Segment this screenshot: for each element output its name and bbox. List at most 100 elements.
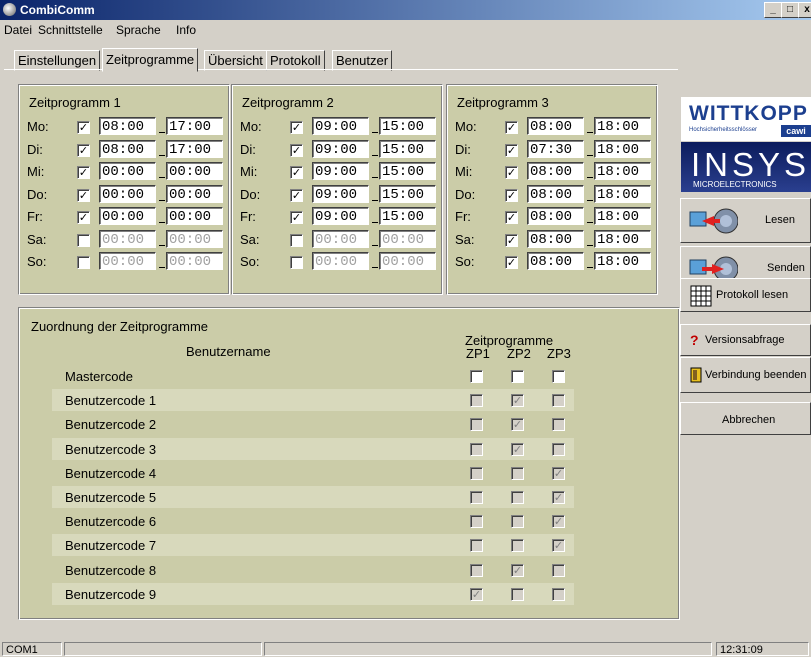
start-time-field[interactable]: 08:00 [527,184,584,203]
tab-zeitprogramme[interactable]: Zeitprogramme [102,48,199,72]
day-enable-checkbox[interactable]: ✓ [290,166,303,179]
zp2-checkbox[interactable] [511,491,524,504]
zp3-checkbox[interactable] [552,394,565,408]
zp1-checkbox[interactable] [470,515,483,529]
day-enable-checkbox[interactable]: ✓ [505,166,518,179]
zp3-checkbox[interactable]: ✓ [552,515,565,529]
zp2-checkbox[interactable] [511,370,524,383]
verbindung-beenden-button[interactable]: Verbindung beenden [680,357,811,393]
zp3-checkbox[interactable] [552,418,565,432]
day-enable-checkbox[interactable]: ✓ [290,211,303,224]
day-enable-checkbox[interactable]: ✓ [505,233,518,247]
tab-uebersicht[interactable]: Übersicht [204,50,267,71]
start-time-field[interactable]: 00:00 [99,252,156,270]
minimize-button[interactable]: _ [764,2,782,18]
end-time-field[interactable]: 00:00 [166,162,223,180]
day-enable-checkbox[interactable]: ✓ [290,143,303,157]
zp2-checkbox[interactable]: ✓ [511,442,524,456]
start-time-field[interactable]: 00:00 [99,229,156,248]
lesen-button[interactable]: Lesen [680,198,811,243]
zp2-checkbox[interactable] [511,587,524,601]
start-time-field[interactable]: 09:00 [312,184,369,203]
zp1-checkbox[interactable] [470,370,483,383]
protokoll-lesen-button[interactable]: Protokoll lesen [680,278,811,312]
end-time-field[interactable]: 18:00 [594,207,651,225]
day-enable-checkbox[interactable]: ✓ [77,211,90,224]
zp3-checkbox[interactable]: ✓ [552,491,565,504]
start-time-field[interactable]: 08:00 [527,252,584,270]
day-enable-checkbox[interactable]: ✓ [505,256,518,269]
end-time-field[interactable]: 00:00 [166,207,223,225]
zp1-checkbox[interactable] [470,418,483,432]
menu-sprache[interactable]: Sprache [116,23,161,37]
abbrechen-button[interactable]: Abbrechen [680,402,811,435]
end-time-field[interactable]: 18:00 [594,162,651,180]
day-enable-checkbox[interactable] [77,256,90,269]
day-enable-checkbox[interactable]: ✓ [505,121,518,134]
day-enable-checkbox[interactable] [290,256,303,269]
close-button[interactable]: x [798,2,811,18]
zp1-checkbox[interactable] [470,539,483,553]
start-time-field[interactable]: 00:00 [99,184,156,203]
start-time-field[interactable]: 00:00 [99,207,156,225]
end-time-field[interactable]: 15:00 [379,184,436,203]
day-enable-checkbox[interactable]: ✓ [77,166,90,179]
day-enable-checkbox[interactable]: ✓ [77,188,90,202]
end-time-field[interactable]: 18:00 [594,117,651,135]
menu-datei[interactable]: Datei [4,23,32,37]
end-time-field[interactable]: 17:00 [166,139,223,158]
start-time-field[interactable]: 09:00 [312,207,369,225]
start-time-field[interactable]: 08:00 [99,117,156,135]
end-time-field[interactable]: 18:00 [594,184,651,203]
maximize-button[interactable]: □ [781,2,799,18]
end-time-field[interactable]: 18:00 [594,139,651,158]
end-time-field[interactable]: 15:00 [379,139,436,158]
day-enable-checkbox[interactable] [77,233,90,247]
day-enable-checkbox[interactable]: ✓ [290,188,303,202]
zp2-checkbox[interactable]: ✓ [511,418,524,432]
end-time-field[interactable]: 00:00 [379,252,436,270]
start-time-field[interactable]: 09:00 [312,162,369,180]
start-time-field[interactable]: 07:30 [527,139,584,158]
zp3-checkbox[interactable] [552,563,565,577]
zp2-checkbox[interactable] [511,466,524,480]
zp1-checkbox[interactable]: ✓ [470,587,483,601]
end-time-field[interactable]: 18:00 [594,252,651,270]
zp3-checkbox[interactable] [552,370,565,383]
day-enable-checkbox[interactable] [290,233,303,247]
end-time-field[interactable]: 15:00 [379,117,436,135]
day-enable-checkbox[interactable]: ✓ [77,121,90,134]
zp3-checkbox[interactable]: ✓ [552,466,565,480]
zp1-checkbox[interactable] [470,563,483,577]
versionsabfrage-button[interactable]: ? Versionsabfrage [680,324,811,356]
zp1-checkbox[interactable] [470,466,483,480]
day-enable-checkbox[interactable]: ✓ [505,211,518,224]
zp3-checkbox[interactable] [552,587,565,601]
end-time-field[interactable]: 17:00 [166,117,223,135]
end-time-field[interactable]: 00:00 [166,229,223,248]
start-time-field[interactable]: 08:00 [527,229,584,248]
start-time-field[interactable]: 08:00 [99,139,156,158]
tab-benutzer[interactable]: Benutzer [332,50,393,71]
tab-protokoll[interactable]: Protokoll [266,50,325,71]
zp2-checkbox[interactable]: ✓ [511,563,524,577]
zp1-checkbox[interactable] [470,491,483,504]
zp1-checkbox[interactable] [470,442,483,456]
end-time-field[interactable]: 15:00 [379,207,436,225]
start-time-field[interactable]: 00:00 [312,252,369,270]
start-time-field[interactable]: 08:00 [527,117,584,135]
start-time-field[interactable]: 08:00 [527,207,584,225]
start-time-field[interactable]: 09:00 [312,117,369,135]
tab-einstellungen[interactable]: Einstellungen [14,50,101,71]
end-time-field[interactable]: 15:00 [379,162,436,180]
zp3-checkbox[interactable]: ✓ [552,539,565,553]
day-enable-checkbox[interactable]: ✓ [505,188,518,202]
start-time-field[interactable]: 09:00 [312,139,369,158]
day-enable-checkbox[interactable]: ✓ [505,143,518,157]
end-time-field[interactable]: 18:00 [594,229,651,248]
end-time-field[interactable]: 00:00 [379,229,436,248]
day-enable-checkbox[interactable]: ✓ [77,143,90,157]
start-time-field[interactable]: 00:00 [312,229,369,248]
zp2-checkbox[interactable] [511,539,524,553]
end-time-field[interactable]: 00:00 [166,252,223,270]
